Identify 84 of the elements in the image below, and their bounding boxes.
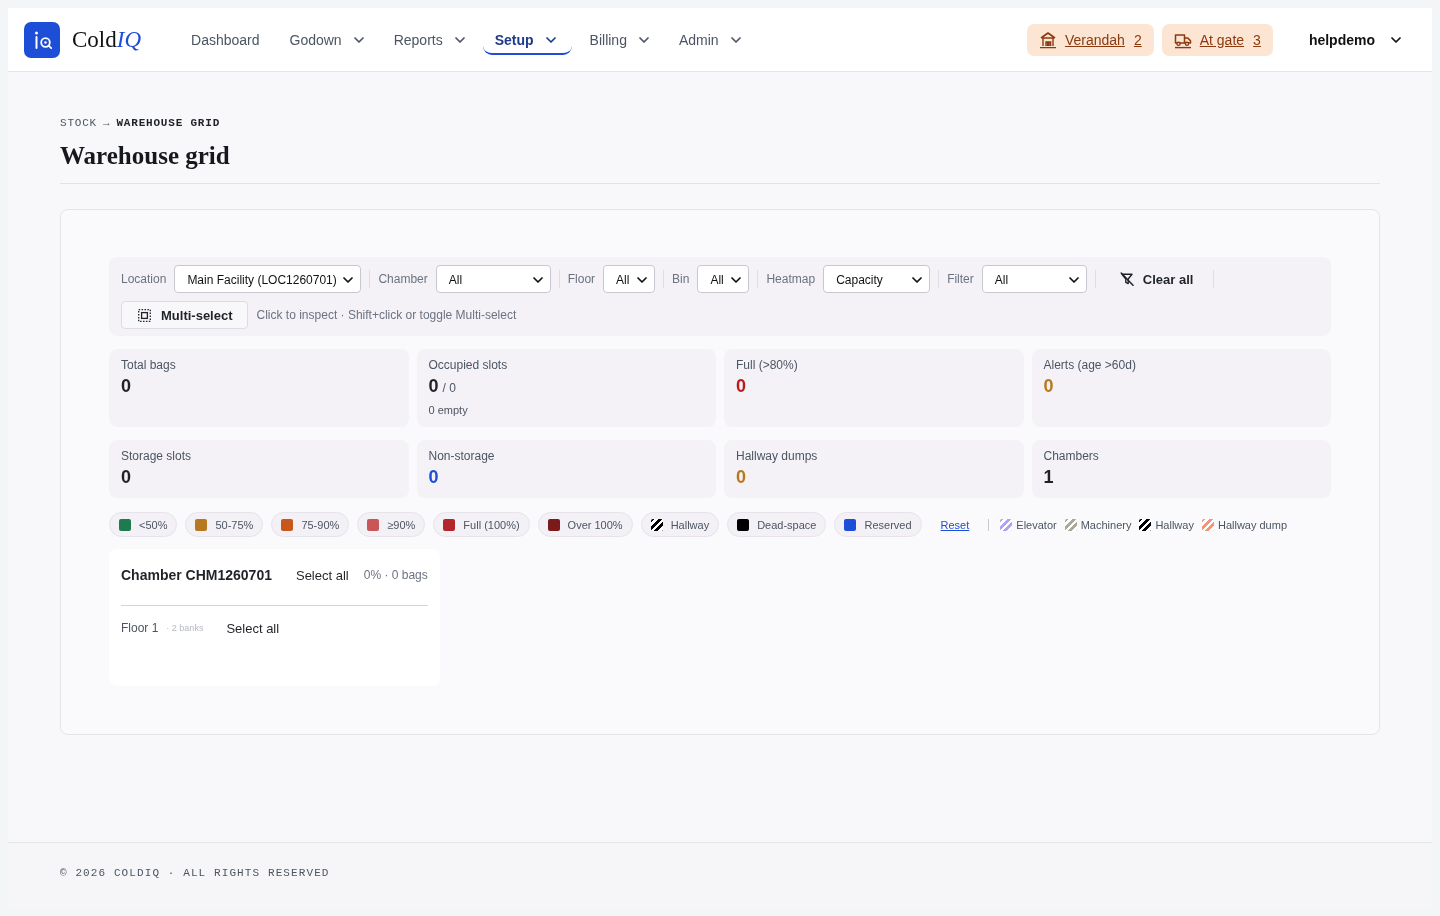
legend-label: Hallway dump — [1217, 518, 1288, 531]
logo-icon — [24, 21, 60, 58]
chevron-down-icon — [637, 276, 648, 283]
stat-label: Chambers — [1043, 448, 1100, 464]
breadcrumb-separator: → — [103, 116, 111, 130]
chamber-title: Chamber CHM1260701 — [121, 567, 272, 583]
chevron-down-icon — [353, 36, 364, 43]
stat-total: / 0 — [442, 380, 456, 397]
floor-label: Floor 1 — [121, 621, 159, 635]
breadcrumb-link[interactable]: STOCK — [60, 116, 97, 130]
select-field[interactable]: All — [603, 265, 656, 293]
nav-link[interactable]: Dashboard — [179, 24, 272, 55]
filter-label: Location — [121, 272, 167, 286]
shelter-icon — [1038, 30, 1057, 49]
chevron-down-icon — [1391, 36, 1401, 43]
nav-link[interactable]: Setup — [482, 24, 572, 55]
selection-icon — [138, 308, 151, 322]
nav-link[interactable]: Billing — [577, 24, 661, 55]
legend-chip[interactable]: Over 100% — [537, 512, 633, 537]
chevron-down-icon — [343, 276, 354, 283]
stat-value: 0 — [428, 375, 439, 397]
hint-text: Click to inspect · Shift+click or toggle Multi-select — [256, 308, 517, 322]
legend-chip[interactable]: Hallway — [640, 512, 720, 537]
nav-link[interactable]: Godown — [277, 24, 376, 55]
stat-label: Storage slots — [121, 448, 193, 464]
stat-value: 0 — [121, 466, 131, 488]
legend-label: Machinery — [1080, 518, 1132, 531]
stat-label: Hallway dumps — [736, 448, 819, 464]
select-all-button[interactable]: Select all — [226, 620, 280, 636]
legend-chip[interactable]: 75-90% — [271, 512, 350, 537]
select-field[interactable]: All — [981, 265, 1087, 293]
reset-link[interactable]: Reset — [940, 518, 970, 531]
breadcrumb-current: WAREHOUSE GRID — [116, 116, 221, 130]
nav-link[interactable]: Admin — [666, 24, 753, 55]
app-name: ColdIQ — [72, 26, 141, 53]
select-field[interactable]: All — [697, 265, 750, 293]
filter-label: Bin — [672, 272, 690, 286]
chevron-down-icon — [532, 276, 543, 283]
select-field[interactable]: All — [435, 265, 551, 293]
chevron-down-icon — [1068, 276, 1079, 283]
nav-link[interactable]: Reports — [381, 24, 477, 55]
legend-chip[interactable]: Reserved — [834, 512, 922, 537]
chevron-down-icon — [730, 36, 741, 43]
multi-select-button[interactable]: Multi-select — [121, 301, 248, 329]
legend-label: Elevator — [1016, 518, 1057, 531]
legend-chip[interactable]: ≥90% — [357, 512, 426, 537]
copyright-text: © 2026 COLDIQ · ALL RIGHTS RESERVED — [60, 867, 330, 879]
legend-chip[interactable]: <50% — [109, 512, 178, 537]
chamber-summary: 0% · 0 bags — [363, 568, 428, 582]
filter-label: Filter — [947, 272, 974, 286]
stat-value: 0 — [736, 375, 746, 397]
legend-chip[interactable]: Full (100%) — [433, 512, 530, 537]
select-all-button[interactable]: Select all — [295, 567, 349, 583]
filter-label: Heatmap — [766, 272, 816, 286]
chevron-down-icon — [731, 276, 742, 283]
stat-label: Alerts (age >60d) — [1043, 357, 1137, 373]
select-field[interactable]: Capacity — [823, 265, 931, 293]
stat-value: 1 — [1043, 466, 1054, 488]
stat-value: 0 — [1043, 375, 1054, 397]
queue-link[interactable]: Verandah 2 — [1026, 23, 1154, 56]
queue-link[interactable]: At gate 3 — [1161, 23, 1273, 56]
select-field[interactable]: Main Facility (LOC1260701) — [174, 265, 362, 293]
stat-value: 0 — [736, 466, 746, 488]
stat-label: Full (>80%) — [736, 357, 799, 373]
filter-label: Chamber — [378, 272, 428, 286]
chevron-down-icon — [638, 36, 649, 43]
filter-label: Floor — [567, 272, 596, 286]
user-menu[interactable]: helpdemo — [1300, 23, 1416, 56]
page-title: Warehouse grid — [60, 139, 1380, 184]
banks-count: · 2 banks — [166, 623, 204, 633]
chevron-down-icon — [912, 276, 923, 283]
stat-value: 0 — [428, 466, 439, 488]
chevron-down-icon — [454, 36, 465, 43]
filter-clear-icon — [1119, 272, 1134, 286]
stat-label: Non-storage — [428, 448, 496, 464]
chevron-down-icon — [545, 36, 556, 43]
legend-label: Hallway — [1155, 518, 1194, 531]
stat-note: 0 empty — [428, 403, 469, 417]
stat-label: Occupied slots — [428, 357, 509, 373]
stat-value: 0 — [121, 375, 131, 397]
legend-chip[interactable]: Dead-space — [727, 512, 827, 537]
legend-chip[interactable]: 50-75% — [185, 512, 264, 537]
stat-label: Total bags — [121, 357, 177, 373]
clear-all-button[interactable]: Clear all — [1103, 265, 1206, 293]
